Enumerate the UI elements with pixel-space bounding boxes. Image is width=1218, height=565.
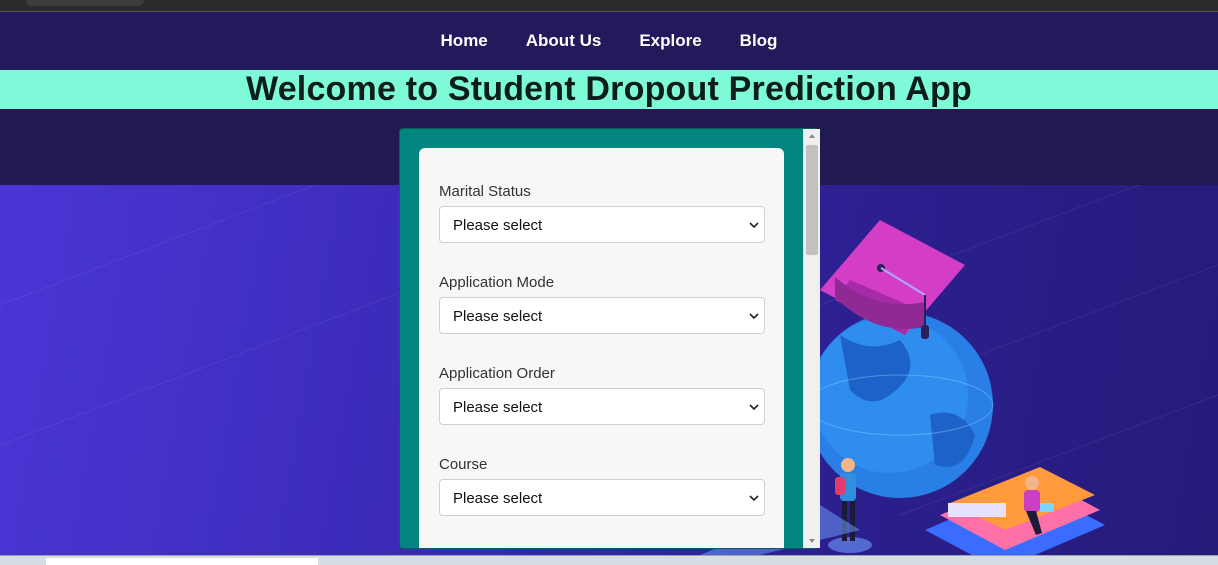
course-select[interactable]: Please select [439, 479, 765, 516]
application-order-select[interactable]: Please select [439, 388, 765, 425]
application-mode-label: Application Mode [439, 274, 555, 291]
application-mode-select[interactable]: Please select [439, 297, 765, 334]
form-scrollbar[interactable] [803, 129, 820, 548]
application-order-value: Please select [453, 399, 543, 416]
application-mode-field: Application Mode Please select [439, 274, 765, 334]
scroll-up-arrow-icon[interactable] [804, 129, 820, 143]
chevron-down-icon [749, 495, 759, 502]
page-title: Welcome to Student Dropout Prediction Ap… [246, 70, 972, 108]
marital-status-select[interactable]: Please select [439, 206, 765, 243]
graduation-cap-icon [820, 220, 965, 339]
application-order-field: Application Order Please select [439, 365, 765, 425]
course-label: Course [439, 456, 488, 473]
chevron-down-icon [749, 313, 759, 320]
nav-link-home[interactable]: Home [441, 31, 488, 51]
nav-link-explore[interactable]: Explore [639, 31, 701, 51]
globe-icon [806, 312, 994, 498]
nav-link-about-us[interactable]: About Us [526, 31, 602, 51]
marital-status-value: Please select [453, 217, 543, 234]
application-order-label: Application Order [439, 365, 555, 382]
welcome-banner: Welcome to Student Dropout Prediction Ap… [0, 70, 1218, 109]
marital-status-field: Marital Status Please select [439, 183, 765, 243]
scroll-down-arrow-icon[interactable] [804, 534, 820, 548]
nav-link-blog[interactable]: Blog [740, 31, 778, 51]
browser-top-strip [0, 0, 1218, 12]
chevron-down-icon [749, 404, 759, 411]
top-navbar: Home About Us Explore Blog [0, 12, 1218, 70]
course-value: Please select [453, 490, 543, 507]
browser-tab[interactable] [26, 0, 144, 6]
marital-status-label: Marital Status [439, 183, 531, 200]
course-field: Course Please select [439, 456, 765, 516]
application-mode-value: Please select [453, 308, 543, 325]
prediction-form-card: Marital Status Please select Application… [419, 148, 784, 548]
prediction-form-frame: Marital Status Please select Application… [399, 128, 819, 549]
scrollbar-thumb[interactable] [806, 145, 818, 255]
chevron-down-icon [749, 222, 759, 229]
